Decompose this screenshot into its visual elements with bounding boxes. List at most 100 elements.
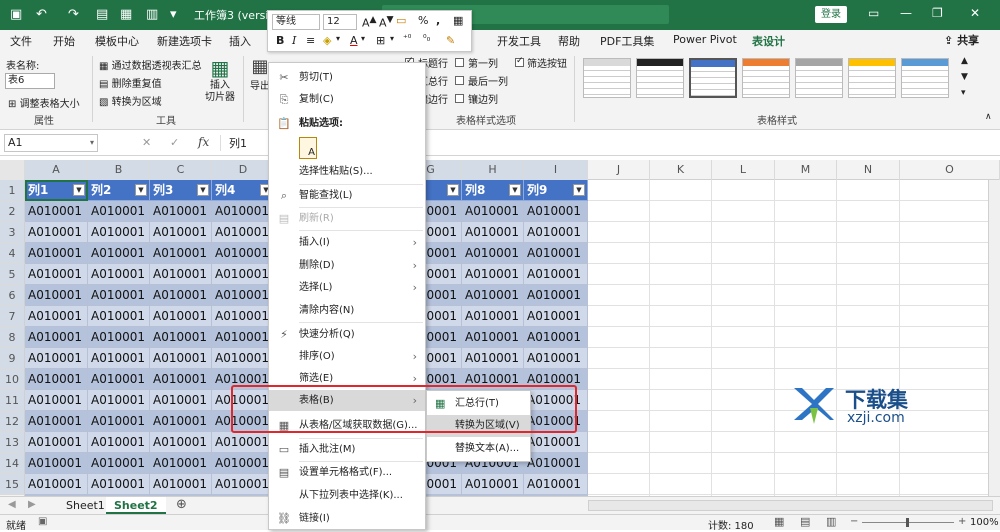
empty-cell[interactable] [900,201,1000,222]
menu-item-insert-comment[interactable]: ▭ 插入批注(M) [269,439,425,460]
column-header[interactable]: H [462,160,524,180]
tab-insert[interactable]: 插入 [229,33,251,49]
empty-cell[interactable] [588,264,650,285]
empty-cell[interactable] [900,180,1000,201]
table-cell[interactable]: A010001 [25,243,88,264]
insert-function-icon[interactable]: fx [198,135,209,149]
table-style-thumb-selected[interactable] [689,58,737,98]
export-button[interactable]: ▦ 导出 [250,56,270,92]
column-header[interactable]: L [712,160,775,180]
table-cell[interactable]: A010001 [524,390,588,411]
normal-view-icon[interactable]: ▦ [774,515,784,528]
table-header-cell[interactable]: 列9 ▼ [524,180,588,201]
menu-item-cut[interactable]: ✂ 剪切(T) [269,67,425,88]
table-cell[interactable]: A010001 [462,222,524,243]
table-cell[interactable]: A010001 [150,390,212,411]
page-layout-view-icon[interactable]: ▤ [800,515,810,528]
menu-item-sort[interactable]: 排序(O) › [269,346,425,367]
table-cell[interactable]: A010001 [524,411,588,432]
page-break-view-icon[interactable]: ▥ [826,515,836,528]
table-cell[interactable]: A010001 [524,222,588,243]
customize-qat-icon[interactable]: ▾ [170,7,177,22]
table-cell[interactable]: A010001 [150,348,212,369]
empty-cell[interactable] [588,369,650,390]
style-scroll-up-icon[interactable]: ▲ [961,56,968,66]
enter-formula-icon[interactable]: ✓ [170,136,179,149]
menu-item-smart-lookup[interactable]: ⌕ 智能查找(L) [269,185,425,206]
grid-icon[interactable]: ▥ [146,7,158,22]
empty-cell[interactable] [900,390,1000,411]
menu-item-select[interactable]: 选择(L) › [269,277,425,298]
empty-cell[interactable] [650,243,712,264]
empty-cell[interactable] [588,453,650,474]
table-cell[interactable]: A010001 [88,453,150,474]
table-style-thumb[interactable] [901,58,949,98]
row-header[interactable]: 13 [0,432,25,453]
menu-item-quick-analysis[interactable]: ⚡ 快速分析(Q) [269,324,425,345]
italic-icon[interactable]: I [292,34,296,47]
table-cell[interactable]: A010001 [150,243,212,264]
empty-cell[interactable] [588,348,650,369]
empty-cell[interactable] [712,222,775,243]
tab-home[interactable]: 开始 [53,33,75,49]
empty-cell[interactable] [588,432,650,453]
table-cell[interactable]: A010001 [88,327,150,348]
table-cell[interactable]: A010001 [212,411,275,432]
empty-cell[interactable] [900,432,1000,453]
font-name-box[interactable]: 等线 [272,14,320,30]
format-painter-icon[interactable]: ✎ [446,34,455,47]
empty-cell[interactable] [588,411,650,432]
table-style-thumb[interactable] [583,58,631,98]
empty-cell[interactable] [650,306,712,327]
table-name-input[interactable]: 表6 [5,73,55,89]
table-cell[interactable]: A010001 [212,327,275,348]
empty-cell[interactable] [900,348,1000,369]
empty-cell[interactable] [650,222,712,243]
select-all-corner[interactable] [0,160,25,180]
table-cell[interactable]: A010001 [88,432,150,453]
login-button[interactable]: 登录 [815,6,847,23]
empty-cell[interactable] [775,243,837,264]
sheet-scroll-right-icon[interactable]: ▶ [28,499,36,510]
add-sheet-icon[interactable]: ⊕ [176,497,187,512]
table-cell[interactable]: A010001 [212,222,275,243]
table-header-cell[interactable]: 列4 ▼ [212,180,275,201]
table-cell[interactable]: A010001 [88,369,150,390]
menu-item-paste-special[interactable]: 选择性粘贴(S)... [269,161,425,182]
table-cell[interactable]: A010001 [25,432,88,453]
pivot-summary-button[interactable]: ▦ 通过数据透视表汇总 [99,57,202,72]
empty-cell[interactable] [775,306,837,327]
table-cell[interactable]: A010001 [25,327,88,348]
first-column-checkbox[interactable] [455,58,464,67]
table-cell[interactable]: A010001 [212,390,275,411]
empty-cell[interactable] [900,411,1000,432]
column-header[interactable]: O [900,160,1000,180]
table-cell[interactable]: A010001 [88,201,150,222]
empty-cell[interactable] [712,243,775,264]
remove-duplicates-button[interactable]: ▤ 删除重复值 [99,75,162,90]
empty-cell[interactable] [837,201,900,222]
empty-cell[interactable] [900,369,1000,390]
currency-format-icon[interactable]: ▭ [396,14,406,27]
table-cell[interactable]: A010001 [150,432,212,453]
table-cell[interactable]: A010001 [524,243,588,264]
zoom-level[interactable]: 100% [970,517,999,528]
table-cell[interactable]: A010001 [462,285,524,306]
empty-cell[interactable] [650,432,712,453]
resize-table-button[interactable]: ⊞ 调整表格大小 [8,95,80,110]
cancel-formula-icon[interactable]: ✕ [142,136,151,149]
empty-cell[interactable] [775,327,837,348]
empty-cell[interactable] [650,285,712,306]
empty-cell[interactable] [837,243,900,264]
increase-decimal-icon[interactable]: ⁺⁰ [403,34,411,44]
column-header[interactable]: M [775,160,837,180]
tab-power-pivot[interactable]: Power Pivot [673,33,737,46]
empty-cell[interactable] [900,264,1000,285]
empty-cell[interactable] [650,348,712,369]
share-button[interactable]: ⇪ 共享 [944,32,979,48]
row-header[interactable]: 11 [0,390,25,411]
font-color-icon[interactable]: A [350,34,358,47]
table-cell[interactable]: A010001 [462,474,524,495]
table-cell[interactable]: A010001 [25,201,88,222]
empty-cell[interactable] [588,306,650,327]
